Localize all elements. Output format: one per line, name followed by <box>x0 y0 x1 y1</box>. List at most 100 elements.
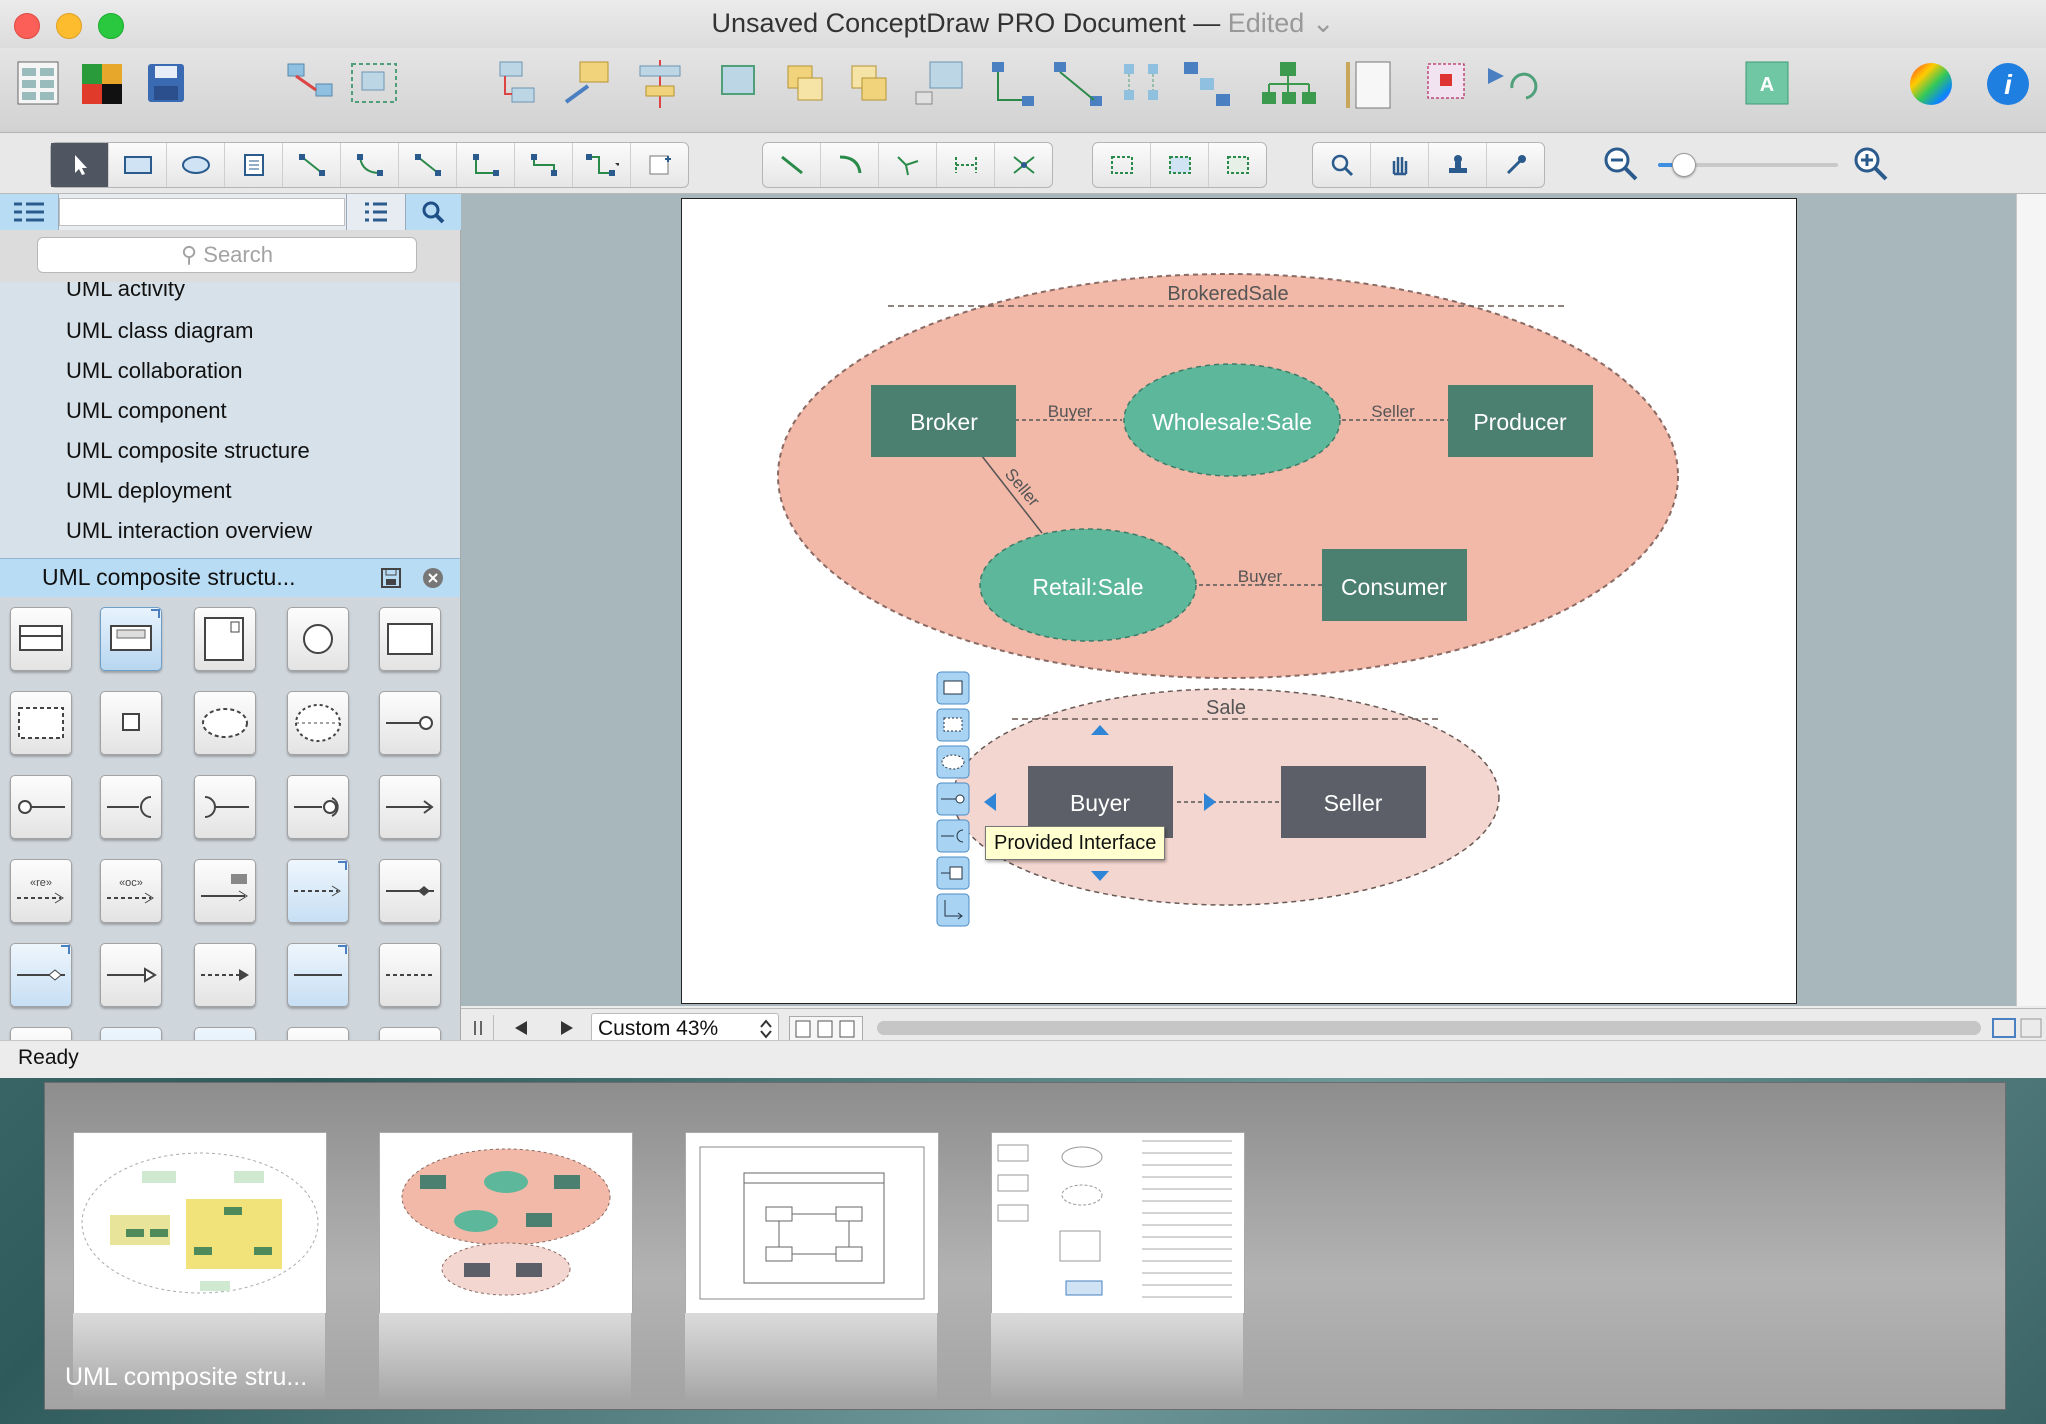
shape-aggregation[interactable] <box>10 943 72 1007</box>
grid-view-icon[interactable] <box>17 61 59 105</box>
distribute-icon[interactable] <box>721 65 755 95</box>
previous-page-button[interactable] <box>501 1015 541 1041</box>
rectangle-tool-button[interactable] <box>109 143 167 187</box>
shape-lollipop[interactable] <box>10 775 72 839</box>
arc-connector-button[interactable] <box>821 143 879 187</box>
shape-port[interactable] <box>287 607 349 671</box>
stamp-tool-button[interactable] <box>1429 143 1487 187</box>
shape-dashed-link[interactable] <box>379 943 441 1007</box>
shape-link[interactable] <box>287 943 349 1007</box>
horizontal-scrollbar[interactable] <box>877 1021 1981 1035</box>
tree-icon[interactable] <box>1262 62 1316 104</box>
zoom-slider-track[interactable] <box>1658 153 1838 177</box>
shape-refine-dependency[interactable]: «re» <box>10 859 72 923</box>
page-view-toggle[interactable] <box>789 1016 863 1042</box>
quick-provided-interface-icon[interactable] <box>936 782 970 816</box>
zoom-out-icon[interactable] <box>1600 143 1640 183</box>
rotate-tool-button[interactable] <box>1093 143 1151 187</box>
ellipse-tool-button[interactable] <box>167 143 225 187</box>
thumbnail-template-2[interactable] <box>379 1132 633 1314</box>
bezier-connector-button[interactable] <box>879 143 937 187</box>
shape-row6-5[interactable] <box>379 1027 441 1040</box>
shape-frame[interactable] <box>379 607 441 671</box>
shape-row6-3[interactable] <box>194 1027 256 1040</box>
page-icon[interactable] <box>1346 61 1391 109</box>
text-tool-button[interactable] <box>225 143 283 187</box>
line-tool-button[interactable] <box>283 143 341 187</box>
shape-row6-4[interactable] <box>287 1027 349 1040</box>
library-search-button[interactable] <box>405 194 461 230</box>
freehand-tool-button[interactable] <box>573 143 631 187</box>
hand-tool-button[interactable] <box>1371 143 1429 187</box>
smart-connector-icon[interactable] <box>1054 62 1102 106</box>
shape-collaboration[interactable] <box>194 691 256 755</box>
bezier-tool-button[interactable] <box>399 143 457 187</box>
color-wheel-icon[interactable] <box>1910 63 1952 105</box>
pause-button[interactable] <box>465 1015 494 1041</box>
arrange-icon[interactable] <box>564 61 609 104</box>
chain-icon[interactable] <box>1184 62 1230 106</box>
next-page-button[interactable] <box>547 1015 587 1041</box>
resize-tool-button[interactable] <box>1209 143 1266 187</box>
color-themes-icon[interactable] <box>82 64 122 104</box>
save-icon[interactable] <box>148 64 184 102</box>
text-style-icon[interactable]: A <box>1745 61 1789 105</box>
quick-dashed-rectangle-icon[interactable] <box>936 708 970 742</box>
shape-generalization[interactable] <box>100 943 162 1007</box>
library-search-input[interactable]: ⚲ Search <box>37 237 417 273</box>
shape-realization[interactable] <box>194 943 256 1007</box>
shape-composition[interactable] <box>379 859 441 923</box>
crop-tool-button[interactable] <box>1151 143 1209 187</box>
shape-provided-interface[interactable] <box>379 691 441 755</box>
direct-connector-button[interactable] <box>763 143 821 187</box>
snap-icon[interactable] <box>1124 64 1158 100</box>
insert-object-button[interactable] <box>631 143 688 187</box>
library-item-uml-interaction-overview[interactable]: UML interaction overview <box>66 518 312 544</box>
thumbnail-template-1[interactable] <box>73 1132 327 1314</box>
close-library-icon[interactable] <box>422 567 444 589</box>
shape-dependency[interactable] <box>287 859 349 923</box>
shape-row6-2[interactable] <box>100 1027 162 1040</box>
info-icon[interactable]: i <box>1987 63 2029 105</box>
front-icon[interactable] <box>787 65 823 101</box>
eyedropper-tool-button[interactable] <box>1487 143 1544 187</box>
rotate-icon[interactable] <box>1488 68 1538 100</box>
library-item-uml-class-diagram[interactable]: UML class diagram <box>66 318 253 344</box>
library-item-uml-component[interactable]: UML component <box>66 398 227 424</box>
shape-component[interactable] <box>194 607 256 671</box>
edited-indicator[interactable]: Edited <box>1228 8 1305 38</box>
chevron-down-icon[interactable]: ⌄ <box>1304 8 1335 38</box>
size-icon[interactable] <box>915 61 963 105</box>
library-path-field[interactable] <box>59 198 345 226</box>
quick-rectangle-icon[interactable] <box>936 671 970 705</box>
round-connector-button[interactable] <box>995 143 1052 187</box>
connect-icon[interactable] <box>287 63 333 97</box>
thumbnail-template-3[interactable] <box>685 1132 939 1314</box>
polyline-tool-button[interactable] <box>457 143 515 187</box>
library-list-view-button[interactable] <box>346 194 405 230</box>
shape-required-interface[interactable] <box>100 775 162 839</box>
smart-connector-button[interactable] <box>937 143 995 187</box>
align-icon[interactable] <box>639 60 681 108</box>
shape-socket[interactable] <box>194 775 256 839</box>
shape-collaboration-use[interactable] <box>287 691 349 755</box>
save-library-icon[interactable] <box>380 567 402 589</box>
zoom-tool-button[interactable] <box>1313 143 1371 187</box>
library-item-uml-collaboration[interactable]: UML collaboration <box>66 358 243 384</box>
arc-tool-button[interactable] <box>341 143 399 187</box>
shape-occurrence-dependency[interactable]: «oc» <box>100 859 162 923</box>
shape-dashed-frame[interactable] <box>10 691 72 755</box>
zoom-in-icon[interactable] <box>1850 143 1890 183</box>
library-item-uml-activity[interactable]: UML activity <box>66 282 185 302</box>
library-item-uml-composite-structure[interactable]: UML composite structure <box>66 438 310 464</box>
library-item-uml-deployment[interactable]: UML deployment <box>66 478 231 504</box>
fit-page-button[interactable] <box>1989 1015 2045 1041</box>
layers-icon[interactable] <box>1427 63 1465 99</box>
library-tree-view-button[interactable] <box>0 194 59 230</box>
thumbnail-template-4[interactable] <box>991 1132 1245 1314</box>
shape-structured-class[interactable] <box>100 607 162 671</box>
quick-ellipse-icon[interactable] <box>936 745 970 779</box>
shape-note-arrow[interactable] <box>194 859 256 923</box>
vertical-scrollbar[interactable] <box>2016 194 2046 1006</box>
diagram-page[interactable]: BrokeredSale Buyer Seller Seller Buyer B… <box>681 198 1797 1004</box>
